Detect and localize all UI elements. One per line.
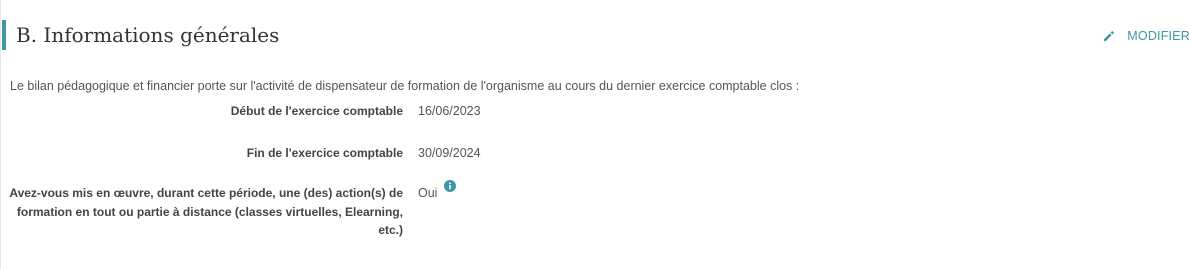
section-header: B. Informations générales MODIFIER	[0, 20, 1190, 50]
formation-distance-value: Oui	[418, 186, 438, 200]
field-label-debut-exercice: Début de l'exercice comptable	[230, 104, 403, 118]
field-value-debut-exercice: 16/06/2023	[418, 102, 481, 120]
fin-exercice-value: 30/09/2024	[418, 146, 481, 160]
pencil-icon	[1103, 30, 1115, 42]
field-label-formation-distance: Avez-vous mis en œuvre, durant cette pér…	[9, 186, 403, 237]
modifier-button[interactable]: MODIFIER	[1103, 27, 1190, 45]
info-icon[interactable]	[444, 180, 457, 192]
intro-text: Le bilan pédagogique et financier porte …	[10, 79, 800, 93]
modifier-button-label: MODIFIER	[1127, 29, 1190, 43]
debut-exercice-value: 16/06/2023	[418, 104, 481, 118]
section-accent-bar	[2, 20, 6, 50]
section-title: B. Informations générales	[16, 23, 280, 47]
field-value-fin-exercice: 30/09/2024	[418, 144, 481, 162]
field-label-fin-exercice: Fin de l'exercice comptable	[246, 146, 403, 160]
field-value-formation-distance: Oui	[418, 180, 457, 202]
